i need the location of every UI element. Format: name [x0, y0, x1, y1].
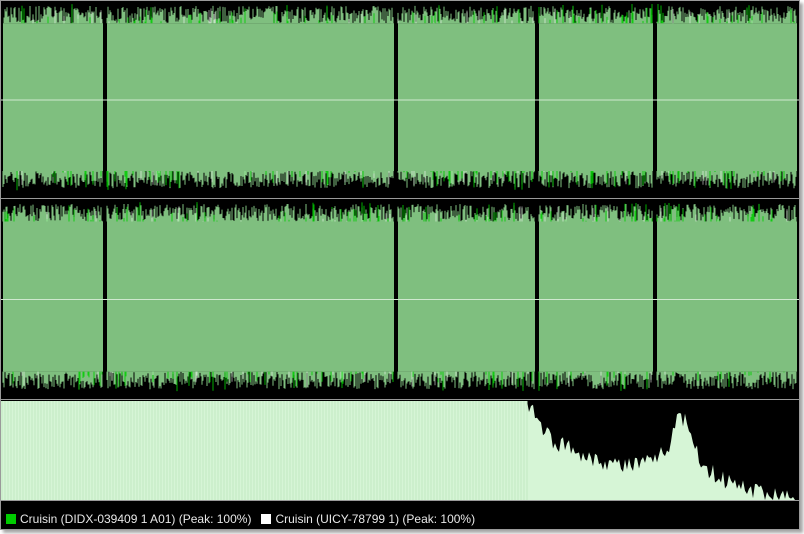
waveform-body-ch1-seg1 — [107, 221, 394, 372]
legend-label-track-a: Cruisin (DIDX-039409 1 A01) (Peak: 100%) — [20, 512, 252, 526]
waveform-body-ch0-seg4 — [657, 23, 797, 172]
waveform-body-ch1-seg3 — [539, 221, 653, 372]
waveform-body-ch0-seg1 — [107, 23, 394, 172]
waveform-body-ch0-seg3 — [539, 23, 653, 172]
legend-swatch-green-icon — [6, 514, 16, 524]
waveform-body-ch0-seg2 — [398, 23, 535, 172]
waveform-body-ch1-seg4 — [657, 221, 797, 372]
legend-entry-track-b: Cruisin (UICY-78799 1) (Peak: 100%) — [261, 512, 475, 526]
waveform-canvas — [1, 4, 799, 501]
legend-label-track-b: Cruisin (UICY-78799 1) (Peak: 100%) — [275, 512, 476, 526]
spectrum-area — [1, 401, 799, 500]
waveform-comparison-window: Cruisin (DIDX-039409 1 A01) (Peak: 100%)… — [0, 0, 800, 530]
legend-bar: Cruisin (DIDX-039409 1 A01) (Peak: 100%)… — [1, 509, 799, 529]
waveform-body-ch0-seg0 — [3, 23, 103, 172]
legend-swatch-white-icon — [261, 514, 272, 524]
waveform-body-ch1-seg2 — [398, 221, 535, 372]
legend-entry-track-a: Cruisin (DIDX-039409 1 A01) (Peak: 100%) — [6, 512, 251, 526]
waveform-body-ch1-seg0 — [3, 221, 103, 372]
